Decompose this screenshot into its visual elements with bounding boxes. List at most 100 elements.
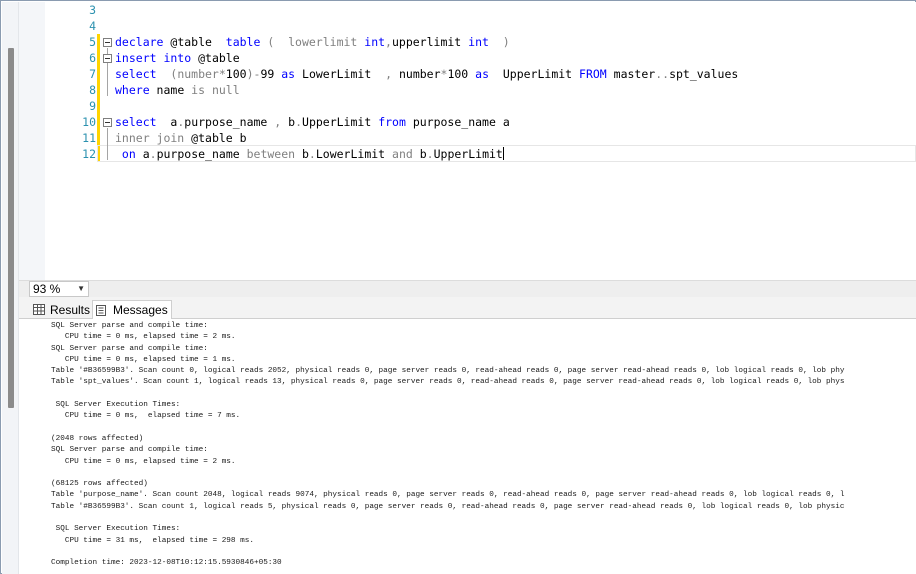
- code-token: ,: [385, 35, 392, 49]
- code-token: a: [142, 147, 150, 161]
- zoom-value: 93 %: [33, 282, 61, 296]
- code-token: ,: [385, 67, 399, 81]
- code-token: ( lowerlimit: [267, 35, 365, 49]
- messages-pane[interactable]: SQL Server parse and compile time: CPU t…: [19, 319, 916, 574]
- code-token: .: [149, 147, 157, 161]
- code-token: ..: [655, 67, 670, 81]
- code-line[interactable]: [115, 18, 915, 34]
- message-line: SQL Server Execution Times:: [51, 401, 181, 410]
- message-line: Table '#B36599B3'. Scan count 0, logical…: [51, 367, 845, 376]
- code-token: purpose_name: [156, 147, 247, 161]
- message-line: SQL Server parse and compile time:: [51, 322, 208, 330]
- message-line: SQL Server parse and compile time:: [51, 446, 208, 455]
- code-token: purpose_name: [184, 115, 275, 129]
- code-token: declare: [115, 35, 171, 49]
- code-token: @table: [170, 35, 226, 49]
- grid-icon: [33, 304, 45, 315]
- zoom-dropdown[interactable]: 93 % ▼: [29, 281, 89, 297]
- message-line: CPU time = 0 ms, elapsed time = 7 ms.: [51, 412, 241, 421]
- message-line: [19, 389, 916, 400]
- code-token: ): [502, 35, 510, 49]
- message-line: CPU time = 31 ms, elapsed time = 298 ms.: [51, 536, 254, 545]
- code-token: UpperLimit: [433, 147, 503, 161]
- code-token: ): [246, 67, 254, 81]
- code-token: as: [281, 67, 303, 81]
- code-token: UpperLimit: [502, 67, 580, 81]
- message-line: [19, 468, 916, 479]
- line-number: 6: [89, 51, 96, 65]
- text-caret: [502, 147, 504, 160]
- collapse-icon[interactable]: [103, 38, 112, 47]
- message-line: [19, 513, 916, 524]
- tab-messages[interactable]: Messages: [92, 300, 172, 319]
- code-token: from: [378, 115, 413, 129]
- line-number: 10: [82, 115, 96, 129]
- line-number: 11: [82, 131, 96, 145]
- code-token: @table b: [191, 131, 247, 145]
- code-token: *: [218, 67, 226, 81]
- vertical-scrollbar-thumb[interactable]: [8, 48, 14, 408]
- message-line: [19, 547, 916, 558]
- editor-gutter: [19, 2, 45, 280]
- code-line[interactable]: insert into @table: [115, 50, 915, 66]
- line-number: 3: [89, 3, 96, 17]
- code-line[interactable]: on a.purpose_name between b.LowerLimit a…: [115, 146, 915, 162]
- code-token: select: [115, 115, 171, 129]
- code-token: int: [364, 35, 386, 49]
- code-token: as: [475, 67, 503, 81]
- code-token: between: [246, 147, 302, 161]
- code-token: select: [115, 67, 171, 81]
- code-token: where: [115, 83, 157, 97]
- change-tracking-bar: [97, 34, 100, 161]
- code-token: .: [295, 115, 303, 129]
- code-token: @table: [198, 51, 240, 65]
- left-margin-strip: [2, 2, 19, 574]
- code-token: .: [308, 147, 316, 161]
- code-token: on: [115, 147, 143, 161]
- code-token: insert into: [115, 51, 199, 65]
- code-token: b: [301, 147, 309, 161]
- code-token: int: [468, 35, 503, 49]
- code-token: and: [392, 147, 420, 161]
- collapse-icon[interactable]: [103, 54, 112, 63]
- message-line: CPU time = 0 ms, elapsed time = 1 ms.: [51, 355, 236, 364]
- message-line: CPU time = 0 ms, elapsed time = 2 ms.: [51, 333, 236, 342]
- code-token: UpperLimit: [302, 115, 379, 129]
- tab-results-label: Results: [50, 302, 91, 317]
- message-line: [19, 423, 916, 434]
- line-number: 5: [89, 35, 96, 49]
- results-tab-bar: Results Messages: [19, 297, 916, 319]
- line-number: 12: [82, 147, 96, 161]
- message-line: SQL Server parse and compile time:: [51, 344, 208, 353]
- code-token: .: [426, 147, 434, 161]
- code-token: is null: [191, 83, 240, 97]
- code-token: number: [398, 67, 441, 81]
- code-token: LowerLimit: [302, 67, 386, 81]
- code-line[interactable]: inner join @table b: [115, 130, 915, 146]
- query-editor[interactable]: 3 4 5 6 7 8 9 10 11 12 declare @table table ( low…: [19, 2, 916, 280]
- message-line: Completion time: 2023-12-08T10:12:15.593…: [51, 559, 282, 568]
- code-token: ,: [274, 115, 289, 129]
- line-number: 7: [89, 67, 96, 81]
- line-number: 4: [89, 19, 96, 33]
- tab-messages-label: Messages: [113, 303, 168, 317]
- code-line[interactable]: [115, 2, 915, 18]
- code-token: purpose_name a: [412, 115, 510, 129]
- code-area[interactable]: declare @table table ( lowerlimit int,up…: [115, 2, 915, 162]
- code-line[interactable]: declare @table table ( lowerlimit int,up…: [115, 34, 915, 50]
- code-token: name: [156, 83, 192, 97]
- code-line[interactable]: select (number*100)-99 as LowerLimit , n…: [115, 66, 915, 82]
- code-line[interactable]: [115, 98, 915, 114]
- code-token: LowerLimit: [315, 147, 393, 161]
- code-token: upperlimit: [391, 35, 469, 49]
- chevron-down-icon[interactable]: ▼: [77, 282, 85, 296]
- code-line[interactable]: select a.purpose_name , b.UpperLimit fro…: [115, 114, 915, 130]
- message-line: CPU time = 0 ms, elapsed time = 2 ms.: [51, 457, 236, 466]
- line-number: 9: [89, 99, 96, 113]
- collapse-icon[interactable]: [103, 118, 112, 127]
- code-token: spt_values: [669, 67, 739, 81]
- line-numbers: 3 4 5 6 7 8 9 10 11 12: [45, 2, 97, 162]
- code-token: 100: [225, 67, 247, 81]
- code-token: inner join: [115, 131, 192, 145]
- code-line[interactable]: where name is null: [115, 82, 915, 98]
